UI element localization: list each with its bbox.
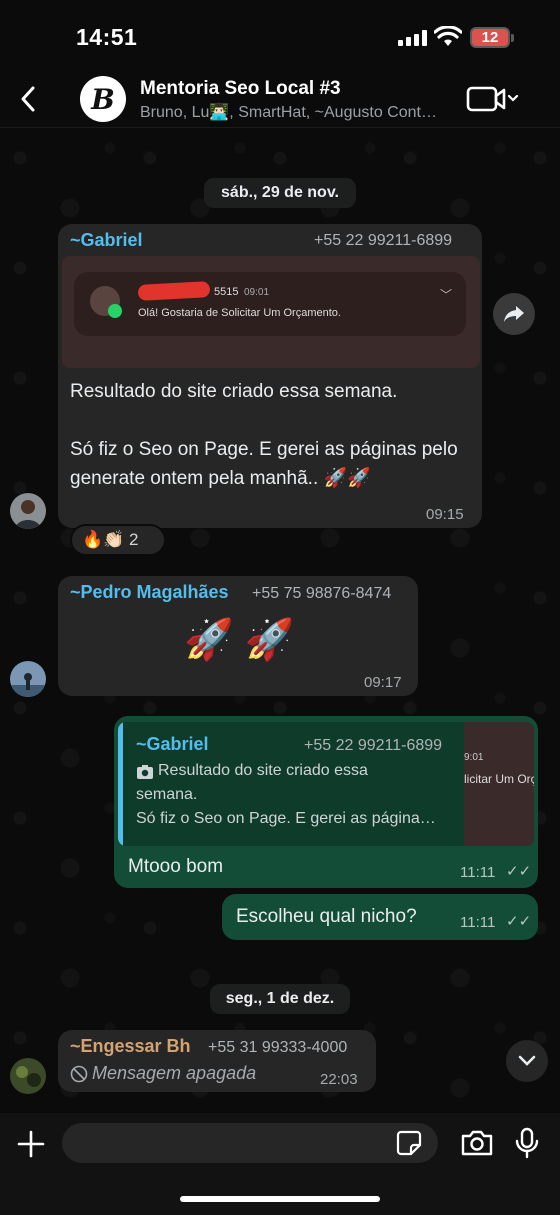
message-time: 11:11 — [460, 914, 496, 931]
avatar-engessar[interactable] — [10, 1058, 46, 1094]
quote-text: Só fiz o Seo on Page. E gerei as página… — [136, 810, 436, 827]
share-icon — [504, 306, 524, 322]
message-text: Resultado do site criado essa semana. — [70, 381, 398, 402]
sender-phone: +55 75 98876-8474 — [252, 585, 392, 602]
emoji-message: 🚀 🚀 — [184, 618, 295, 662]
chat-header: B Mentoria Seo Local #3 Bruno, Lu👨🏻‍💻, S… — [0, 72, 560, 128]
quoted-message[interactable]: ~Gabriel +55 22 99211-6899 Resultado do … — [118, 722, 534, 846]
notification-time: 09:01 — [244, 287, 270, 298]
sender-name[interactable]: ~Gabriel — [70, 230, 143, 251]
video-call-icon[interactable] — [466, 84, 520, 114]
sender-name[interactable]: ~Pedro Magalhães — [70, 582, 229, 603]
message-time: 11:11 — [460, 864, 496, 881]
battery-icon: 12 — [470, 27, 510, 48]
forward-button[interactable] — [493, 293, 535, 335]
quote-thumbnail: 9:01 licitar Um Orça — [464, 722, 534, 846]
group-avatar-logo: B — [91, 82, 115, 116]
message-time: 09:15 — [426, 506, 464, 523]
quote-phone: +55 22 99211-6899 — [304, 737, 443, 754]
chevron-down-icon: ﹀ — [440, 288, 453, 302]
battery-cap — [511, 34, 514, 42]
message-time: 09:17 — [364, 674, 402, 691]
notification-preview: 5515 09:01 Olá! Gostaria de Solicitar Um… — [74, 272, 466, 336]
sender-name[interactable]: ~Engessar Bh — [70, 1036, 191, 1057]
sticker-icon[interactable] — [396, 1130, 422, 1156]
notification-text: Olá! Gostaria de Solicitar Um Orçamento. — [138, 307, 341, 319]
redaction-mark — [137, 281, 211, 301]
avatar-gabriel[interactable] — [10, 493, 46, 529]
quote-sender: ~Gabriel — [136, 734, 209, 754]
message-text: Só fiz o Seo on Page. E gerei as páginas… — [70, 439, 458, 489]
cellular-signal-icon — [398, 30, 428, 46]
deleted-icon — [70, 1065, 88, 1083]
group-members[interactable]: Bruno, Lu👨🏻‍💻, SmartHat, ~Augusto Cont… — [140, 102, 450, 122]
quote-text: semana. — [136, 786, 198, 803]
sender-phone: +55 22 99211-6899 — [314, 232, 453, 249]
whatsapp-icon — [108, 304, 122, 318]
home-indicator[interactable] — [180, 1196, 380, 1202]
sender-phone: +55 31 99333-4000 — [208, 1039, 348, 1056]
thumbnail-time: 9:01 — [464, 752, 484, 763]
plus-icon[interactable] — [16, 1129, 46, 1159]
quote-text: Resultado do site criado essa — [158, 762, 368, 779]
read-ticks-icon: ✓✓ — [506, 913, 532, 930]
date-separator: seg., 1 de dez. — [210, 984, 350, 1014]
scroll-to-bottom-button[interactable] — [506, 1040, 548, 1082]
message-time: 22:03 — [320, 1071, 358, 1088]
chevron-down-icon — [518, 1055, 536, 1066]
quote-accent-bar — [118, 722, 123, 846]
status-bar: 14:51 12 — [0, 0, 560, 72]
reactions-badge[interactable]: 🔥👏🏻 2 — [70, 524, 166, 556]
group-title[interactable]: Mentoria Seo Local #3 — [140, 78, 341, 100]
camera-icon — [136, 764, 154, 780]
deleted-message-text: Mensagem apagada — [92, 1063, 257, 1083]
group-avatar[interactable]: B — [80, 76, 126, 122]
date-separator: sáb., 29 de nov. — [204, 178, 356, 208]
microphone-icon[interactable] — [514, 1127, 540, 1159]
read-ticks-icon: ✓✓ — [506, 863, 532, 880]
notification-number: 5515 — [214, 286, 239, 298]
camera-icon[interactable] — [460, 1129, 494, 1157]
status-time: 14:51 — [76, 24, 138, 50]
avatar-pedro[interactable] — [10, 661, 46, 697]
message-input[interactable] — [62, 1123, 438, 1163]
message-text: Escolheu qual nicho? — [236, 906, 417, 927]
chevron-left-icon[interactable] — [14, 84, 44, 114]
thumbnail-text: licitar Um Orça — [464, 772, 534, 786]
image-attachment[interactable]: 5515 09:01 Olá! Gostaria de Solicitar Um… — [62, 256, 480, 368]
wifi-icon — [434, 26, 462, 46]
battery-level: 12 — [481, 29, 499, 46]
message-text: Mtooo bom — [128, 856, 224, 877]
